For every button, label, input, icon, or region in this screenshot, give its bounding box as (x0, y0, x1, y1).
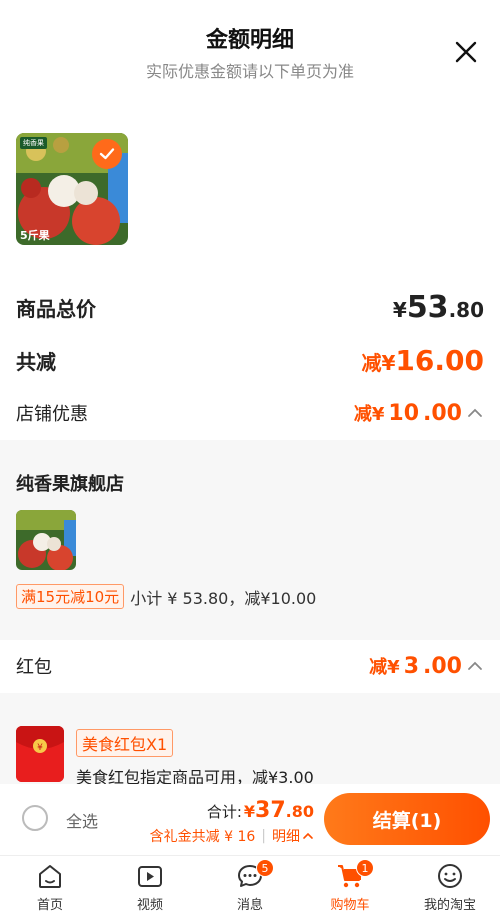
red-envelope-icon: ¥ (16, 726, 64, 782)
promo-subtotal: 小计 ¥ 53.80，减¥10.00 (130, 588, 317, 608)
tab-profile[interactable]: 我的淘宝 (400, 856, 500, 915)
red-packet-row[interactable]: 红包 减¥ 3.00 (16, 653, 484, 679)
red-packet-value: 减¥ 3.00 (369, 653, 484, 679)
product-brand-tag: 纯香果 (20, 137, 47, 149)
total-discount-row: 共减 减¥16.00 (16, 344, 484, 377)
store-promo-row: 满15元减10元 小计 ¥ 53.80，减¥10.00 (16, 584, 316, 609)
close-button[interactable] (450, 36, 482, 68)
tab-home[interactable]: 首页 (0, 856, 100, 915)
store-discount-value: 减¥ 10.00 (354, 400, 484, 426)
sum-label: 合计: (206, 803, 242, 821)
chevron-up-icon (468, 661, 482, 670)
message-badge: 5 (256, 859, 274, 877)
total-price-label: 商品总价 (16, 297, 96, 321)
store-name: 纯香果旗舰店 (16, 474, 124, 495)
total-price-value: ¥53.80 (392, 290, 484, 325)
sheet-subtitle: 实际优惠金额请以下单页为准 (145, 62, 354, 81)
product-thumbnail[interactable]: 纯香果 5斤果 (16, 133, 128, 245)
checkout-button[interactable]: 结算(1) (324, 793, 490, 845)
tab-messages[interactable]: 5 消息 (200, 856, 300, 915)
select-all-label[interactable]: 全选 (66, 808, 98, 832)
red-packet-label: 红包 (16, 657, 52, 678)
sheet-title: 金额明细 (205, 28, 294, 53)
total-discount-label: 共减 (16, 350, 56, 374)
tab-cart[interactable]: 1 购物车 (300, 856, 400, 915)
home-icon (39, 865, 61, 888)
store-discount-row[interactable]: 店铺优惠 减¥ 10.00 (16, 400, 484, 426)
detail-link[interactable]: 明细 (272, 826, 314, 846)
amount-detail-sheet: 金额明细 实际优惠金额请以下单页为准 纯香果 5斤果 商品总价 ¥53.80 共… (0, 0, 500, 915)
checkout-bar: 全选 合计: ¥37.80 含礼金共减 ¥ 16 | 明细 结算(1) (0, 784, 500, 854)
store-product-thumbnail (16, 510, 76, 570)
product-weight: 5斤果 (20, 229, 50, 242)
close-icon (455, 41, 477, 63)
bottom-tab-bar: 首页 视频 5 消息 1 购物车 我的淘宝 (0, 855, 500, 915)
store-product-image (16, 510, 76, 570)
red-packet-tag: 美食红包X1 (76, 729, 174, 757)
total-price-row: 商品总价 ¥53.80 (16, 290, 484, 325)
sum-subline: 含礼金共减 ¥ 16 | 明细 (150, 826, 314, 846)
chevron-up-icon (468, 408, 482, 417)
check-icon (99, 148, 115, 160)
select-all-radio[interactable] (22, 805, 48, 831)
profile-icon (438, 864, 462, 888)
store-discount-label: 店铺优惠 (16, 404, 88, 425)
total-saved-text: 含礼金共减 ¥ 16 (149, 829, 256, 845)
promo-tag: 满15元减10元 (16, 584, 125, 609)
chevron-up-icon (303, 832, 313, 839)
video-icon (138, 866, 162, 887)
selected-check[interactable] (92, 139, 122, 169)
sum-line: 合计: ¥37.80 (207, 798, 314, 823)
total-discount-value: 减¥16.00 (361, 344, 485, 377)
cart-badge: 1 (356, 859, 374, 877)
svg-text:¥: ¥ (37, 743, 43, 753)
tab-video[interactable]: 视频 (100, 856, 200, 915)
red-packet-icon: ¥ (16, 726, 64, 782)
sum-amount: ¥37.80 (243, 798, 314, 823)
